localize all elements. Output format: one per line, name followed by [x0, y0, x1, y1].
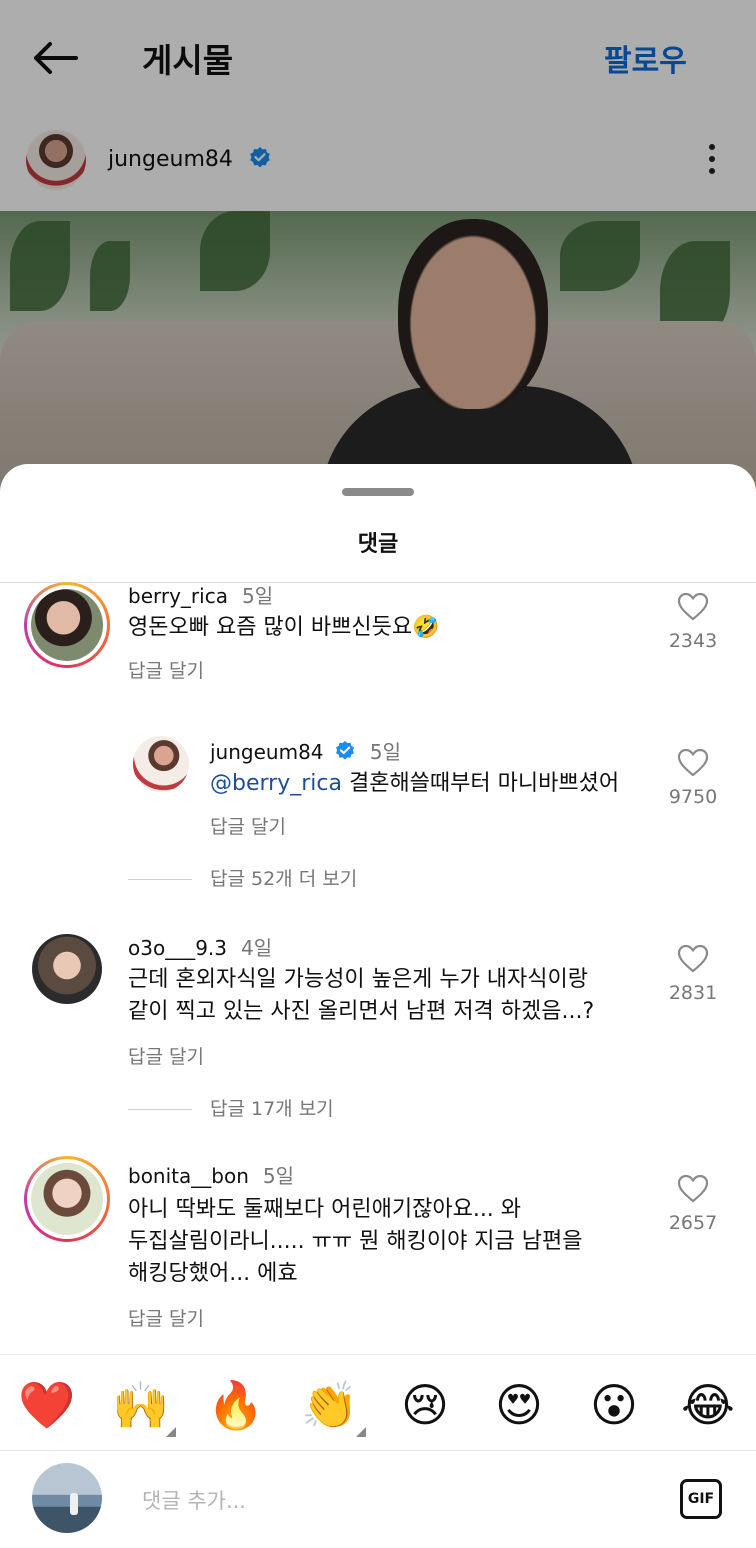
story-ring[interactable] — [24, 1156, 110, 1242]
view-more-replies-label: 답글 17개 보기 — [210, 1098, 334, 1120]
comment-input[interactable] — [142, 1481, 642, 1521]
like-count: 2343 — [668, 630, 718, 652]
comment-item: o3o___9.3 4일 근데 혼외자식일 가능성이 높은게 누가 내자식이랑 같… — [0, 928, 756, 1121]
comment-text-line: 아니 딱봐도 둘째보다 어린애기잖아요... 와 — [128, 1197, 522, 1222]
comment-text-line: 두집살림이라니..... ㅠㅠ 뭔 해킹이야 지금 남편을 — [128, 1229, 583, 1254]
comment-text: @berry_rica 결혼해쓸때부터 마니바쁘셨어 — [210, 768, 619, 800]
username-text: o3o___9.3 — [128, 936, 228, 960]
like-count: 2831 — [668, 982, 718, 1004]
gif-button[interactable]: GIF — [680, 1479, 722, 1519]
comment-text-line: 해킹당했어... 에효 — [128, 1261, 298, 1286]
current-user-avatar — [32, 1463, 102, 1533]
reply-item: jungeum84 5일 @berry_rica 결혼해쓸때부터 마니바쁘셨어 … — [0, 732, 756, 892]
post-view: 게시물 팔로우 jungeum84 — [0, 0, 756, 520]
dim-overlay[interactable] — [0, 0, 756, 520]
comment-text-line: 근데 혼외자식일 가능성이 높은게 누가 내자식이랑 — [128, 967, 589, 992]
verified-badge-icon — [335, 740, 354, 760]
comment-username[interactable]: o3o___9.3 4일 — [128, 932, 272, 961]
skin-tone-indicator — [166, 1427, 176, 1437]
comment-username[interactable]: berry_rica 5일 — [128, 580, 273, 609]
surprised-emoji-button[interactable]: 😮 — [584, 1375, 644, 1435]
heart-icon — [677, 748, 709, 777]
reply-button[interactable]: 답글 달기 — [128, 1304, 204, 1331]
view-more-replies-label: 답글 52개 더 보기 — [210, 868, 358, 890]
comment-time: 5일 — [262, 1164, 294, 1188]
laughing-emoji-button[interactable]: 😂 — [678, 1375, 738, 1435]
comment-username[interactable]: jungeum84 5일 — [210, 736, 401, 765]
crying-emoji-button[interactable]: 😢 — [395, 1375, 455, 1435]
commenter-avatar — [31, 1163, 103, 1235]
heart-icon — [677, 1174, 709, 1203]
story-ring[interactable] — [24, 582, 110, 668]
like-button[interactable]: 2343 — [658, 592, 728, 652]
clapping-emoji-button[interactable]: 👏 — [300, 1375, 360, 1435]
comment-text: 영돈오빠 요즘 많이 바쁘신듯요🤣 — [128, 615, 440, 640]
reply-button[interactable]: 답글 달기 — [128, 656, 204, 683]
like-button[interactable]: 9750 — [658, 748, 728, 808]
comment-time: 4일 — [241, 936, 273, 960]
like-count: 2657 — [668, 1212, 718, 1234]
comment-username[interactable]: bonita__bon 5일 — [128, 1160, 294, 1189]
view-more-replies[interactable]: 답글 52개 더 보기 — [128, 864, 357, 891]
username-text: jungeum84 — [210, 740, 324, 764]
comment-time: 5일 — [369, 740, 401, 764]
comment-text-line: 같이 찍고 있는 사진 올리면서 남편 저격 하겠음...? — [128, 999, 595, 1024]
comment-item: berry_rica 5일 영돈오빠 요즘 많이 바쁘신듯요🤣 답글 달기 234… — [0, 578, 756, 688]
comment-time: 5일 — [241, 584, 274, 608]
heart-icon — [677, 944, 709, 973]
username-text: bonita__bon — [128, 1164, 249, 1188]
skin-tone-indicator — [356, 1427, 366, 1437]
emoji-reaction-bar: ❤️ 🙌 🔥 👏 😢 😍 😮 😂 — [0, 1354, 756, 1450]
comment-input-bar: GIF — [0, 1450, 756, 1548]
reply-button[interactable]: 답글 달기 — [210, 812, 286, 839]
raising-hands-emoji-button[interactable]: 🙌 — [111, 1375, 171, 1435]
drag-handle[interactable] — [342, 488, 414, 496]
fire-emoji-button[interactable]: 🔥 — [206, 1375, 266, 1435]
commenter-avatar[interactable] — [133, 736, 189, 792]
like-count: 9750 — [668, 786, 718, 808]
comment-text-body: 결혼해쓸때부터 마니바쁘셨어 — [341, 771, 620, 796]
commenter-avatar — [31, 589, 103, 661]
like-button[interactable]: 2831 — [658, 944, 728, 1004]
like-button[interactable]: 2657 — [658, 1174, 728, 1234]
reply-button[interactable]: 답글 달기 — [128, 1042, 204, 1069]
sheet-title: 댓글 — [357, 532, 399, 557]
username-text: berry_rica — [128, 584, 228, 608]
heart-emoji-button[interactable]: ❤️ — [17, 1375, 77, 1435]
view-more-replies[interactable]: 답글 17개 보기 — [128, 1094, 334, 1121]
mention-link[interactable]: @berry_rica — [210, 771, 342, 796]
commenter-avatar[interactable] — [32, 934, 102, 1004]
heart-eyes-emoji-button[interactable]: 😍 — [489, 1375, 549, 1435]
comment-item: bonita__bon 5일 아니 딱봐도 둘째보다 어린애기잖아요... 와 두… — [0, 1156, 756, 1356]
heart-icon — [677, 592, 709, 621]
